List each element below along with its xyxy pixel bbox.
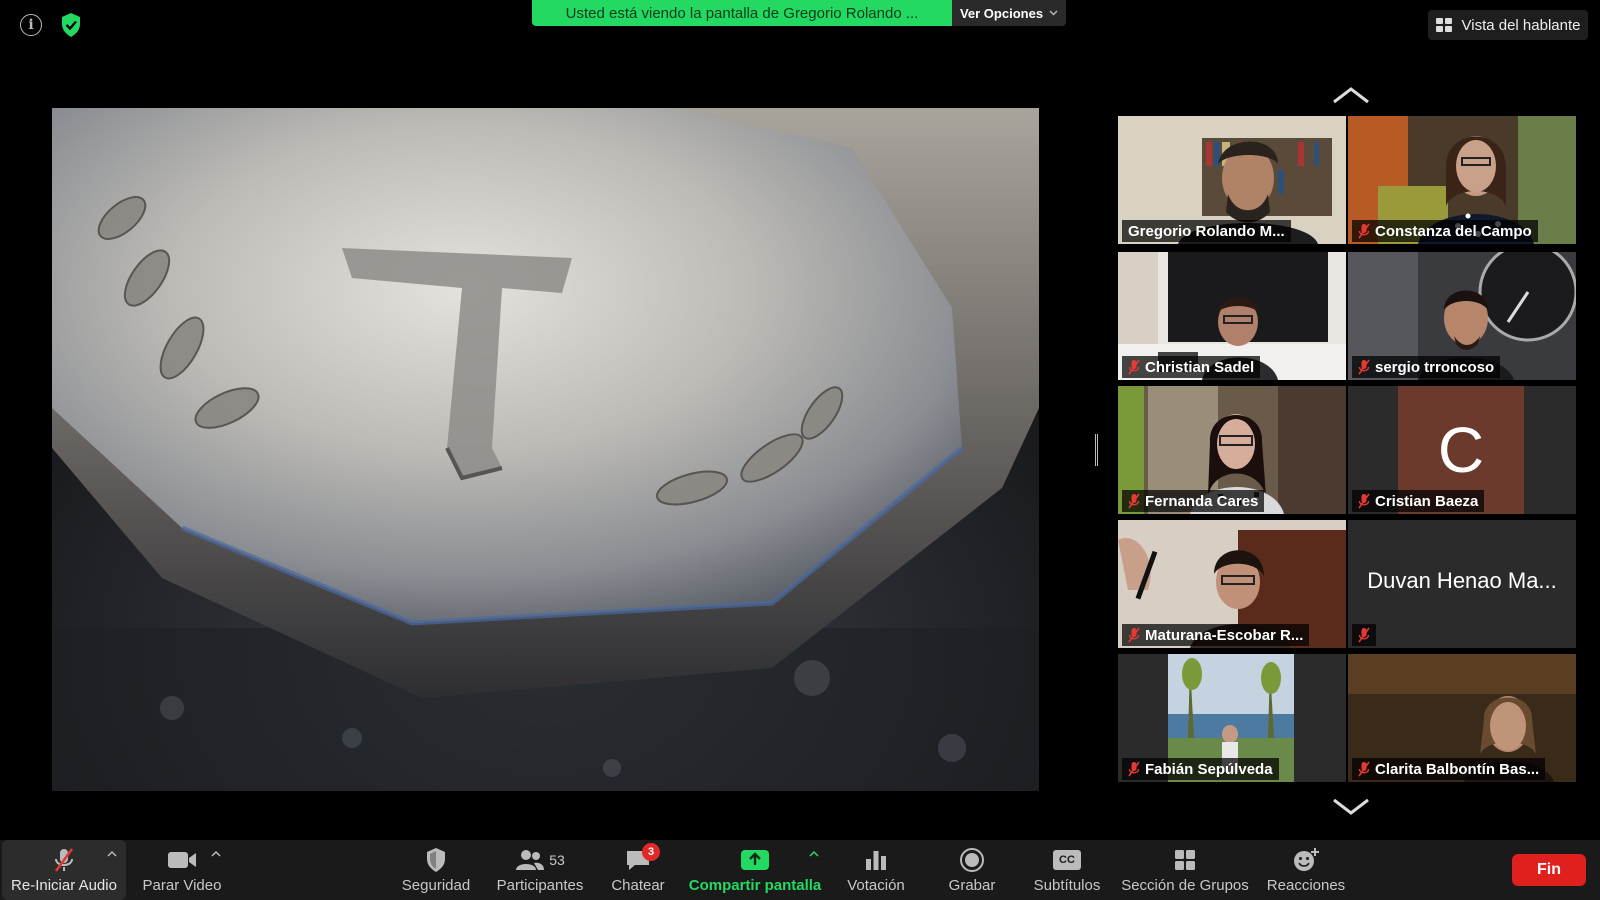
participant-tile[interactable]: Christian Sadel: [1118, 252, 1346, 380]
stop-video-label: Parar Video: [142, 877, 222, 894]
mic-muted-icon: [1128, 493, 1140, 509]
grid-view-icon: [1435, 18, 1452, 32]
record-button[interactable]: Grabar: [942, 840, 1002, 900]
participant-tile[interactable]: Duvan Henao Ma...: [1348, 520, 1576, 648]
participant-name: Christian Sadel: [1122, 356, 1261, 378]
participants-label: Participantes: [496, 877, 584, 894]
participant-name: [1352, 624, 1376, 646]
breakout-rooms-label: Sección de Grupos: [1121, 877, 1249, 894]
participant-tile[interactable]: sergio trroncoso: [1348, 252, 1576, 380]
poll-label: Votación: [847, 877, 905, 894]
mic-muted-icon: [1358, 627, 1370, 643]
mic-muted-icon: [1358, 223, 1370, 239]
participant-display-name: Duvan Henao Ma...: [1367, 568, 1557, 593]
mic-muted-icon: [55, 848, 73, 872]
participant-name: Cristian Baeza: [1352, 490, 1485, 512]
mic-muted-icon: [1128, 627, 1140, 643]
share-screen-icon: [741, 850, 769, 870]
reactions-label: Reacciones: [1266, 877, 1346, 894]
participant-tile[interactable]: C Cristian Baeza: [1348, 386, 1576, 514]
participant-name: sergio trroncoso: [1352, 356, 1501, 378]
info-icon[interactable]: i: [20, 14, 42, 36]
participants-button[interactable]: 53 Participantes: [490, 840, 590, 900]
audio-options-caret-icon[interactable]: [107, 850, 117, 858]
shared-screen-view: [52, 108, 1039, 791]
share-screen-button[interactable]: Compartir pantalla: [688, 840, 822, 900]
security-button[interactable]: Seguridad: [398, 840, 474, 900]
screen-share-banner-text: Usted está viendo la pantalla de Gregori…: [565, 4, 919, 22]
subtitles-label: Subtítulos: [1033, 877, 1101, 894]
chat-button[interactable]: Chatear: [606, 840, 670, 900]
poll-button[interactable]: Votación: [840, 840, 912, 900]
mic-muted-icon: [1358, 359, 1370, 375]
security-label: Seguridad: [401, 877, 471, 894]
participant-name: Fabián Sepúlveda: [1122, 758, 1279, 780]
restart-audio-button[interactable]: Re-Iniciar Audio: [2, 840, 126, 900]
smiley-add-icon: [1294, 848, 1319, 871]
mic-muted-icon: [1358, 493, 1370, 509]
participant-name: Constanza del Campo: [1352, 220, 1538, 242]
view-options-label: Ver Opciones: [959, 5, 1044, 21]
encryption-shield-icon[interactable]: [60, 12, 82, 38]
shield-icon: [427, 848, 445, 872]
participant-name: Clarita Balbontín Bas...: [1352, 758, 1546, 780]
view-options-button[interactable]: Ver Opciones: [952, 0, 1066, 26]
end-meeting-button[interactable]: Fin: [1512, 854, 1586, 886]
participant-name: Gregorio Rolando M...: [1122, 220, 1291, 242]
participants-count: 53: [549, 852, 565, 868]
participant-tile[interactable]: Constanza del Campo: [1348, 116, 1576, 244]
participant-tile[interactable]: Gregorio Rolando M...: [1118, 116, 1346, 244]
meeting-toolbar: Re-Iniciar Audio Parar Video Seguridad 5…: [0, 840, 1600, 900]
record-icon: [960, 848, 984, 872]
mic-muted-icon: [1358, 761, 1370, 777]
reactions-button[interactable]: Reacciones: [1264, 840, 1348, 900]
panel-resize-handle[interactable]: [1095, 434, 1098, 466]
subtitles-button[interactable]: CC Subtítulos: [1028, 840, 1106, 900]
breakout-rooms-button[interactable]: Sección de Grupos: [1120, 840, 1250, 900]
share-screen-label: Compartir pantalla: [688, 877, 822, 894]
participant-tile[interactable]: Clarita Balbontín Bas...: [1348, 654, 1576, 782]
end-meeting-label: Fin: [1537, 861, 1561, 878]
speaker-view-button[interactable]: Vista del hablante: [1428, 10, 1588, 40]
restart-audio-label: Re-Iniciar Audio: [11, 877, 117, 894]
speaker-view-label: Vista del hablante: [1461, 16, 1581, 34]
screen-share-banner: Usted está viendo la pantalla de Gregori…: [532, 0, 952, 26]
chevron-down-icon: [1049, 10, 1058, 16]
chat-label: Chatear: [611, 877, 665, 894]
participant-name: Fernanda Cares: [1122, 490, 1265, 512]
stop-video-button[interactable]: Parar Video: [136, 840, 228, 900]
video-options-caret-icon[interactable]: [211, 850, 221, 858]
mic-muted-icon: [1128, 359, 1140, 375]
participant-tile[interactable]: Fabián Sepúlveda: [1118, 654, 1346, 782]
share-options-caret-icon[interactable]: [809, 850, 819, 858]
gallery-scroll-down-icon[interactable]: [1331, 796, 1371, 818]
gallery-scroll-up-icon[interactable]: [1331, 84, 1371, 106]
coin-photo: [52, 108, 1039, 791]
participant-name: Maturana-Escobar R...: [1122, 624, 1310, 646]
bar-chart-icon: [866, 851, 886, 870]
participant-tile[interactable]: Maturana-Escobar R...: [1118, 520, 1346, 648]
chat-unread-badge: 3: [642, 843, 660, 861]
closed-captions-icon: CC: [1053, 850, 1081, 870]
mic-muted-icon: [1128, 761, 1140, 777]
record-label: Grabar: [948, 877, 996, 894]
video-camera-icon: [168, 852, 196, 868]
participants-icon: [516, 850, 545, 870]
breakout-grid-icon: [1175, 850, 1195, 870]
participant-tile[interactable]: Fernanda Cares: [1118, 386, 1346, 514]
